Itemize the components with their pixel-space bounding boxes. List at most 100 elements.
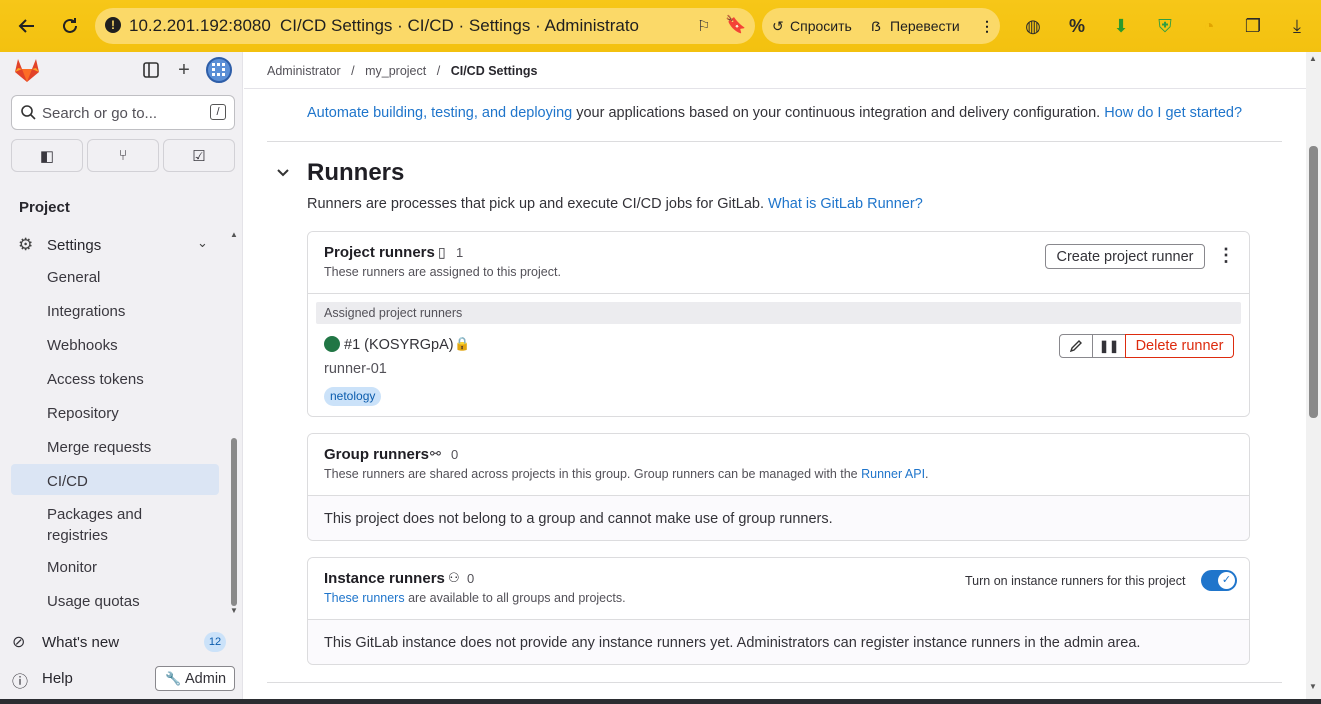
sidebar-toggle-icon[interactable] [138, 57, 164, 83]
group-runners-title: Group runners [324, 446, 430, 463]
create-new-icon[interactable]: + [171, 57, 197, 83]
runners-title: Runners [307, 159, 405, 186]
group-runners-count: 0 [451, 447, 459, 462]
group-runners-desc-text: These runners are shared across projects… [324, 467, 862, 481]
merge-request-icon: ⑂ [118, 147, 128, 164]
scroll-up-icon: ▲ [230, 230, 238, 239]
ask-button[interactable]: Спросить [790, 18, 852, 34]
runner-name[interactable]: #1 (KOSYRGpA) [344, 337, 454, 353]
globe-icon[interactable]: ◍ [1020, 13, 1046, 39]
instance-runners-header: Instance runners ⚇ 0 These runners are a… [308, 558, 1249, 620]
nav-general[interactable]: General [47, 269, 100, 286]
help-link[interactable]: Help [42, 670, 73, 687]
settings-group[interactable]: ⚙ Settings ⌄ [11, 229, 219, 261]
bookmark-icon[interactable]: 🔖 [725, 15, 746, 35]
admin-label: Admin [185, 671, 227, 687]
group-runners-empty: This project does not belong to a group … [324, 511, 833, 527]
runner-api-link[interactable]: Runner API [861, 467, 925, 481]
collections-icon[interactable]: ❐ [1240, 13, 1266, 39]
these-runners-link[interactable]: These runners [324, 591, 405, 605]
pipelines-intro-link[interactable]: Automate building, testing, and deployin… [307, 105, 572, 121]
breadcrumb-sep: / [436, 64, 441, 78]
instance-runners-empty: This GitLab instance does not provide an… [324, 635, 1141, 651]
project-runners-card: Project runners ▯ 1 These runners are as… [307, 231, 1250, 417]
pipelines-intro-text: your applications based on your continuo… [572, 105, 1105, 121]
project-runners-header: Project runners ▯ 1 These runners are as… [308, 232, 1249, 294]
back-arrow-icon[interactable] [14, 13, 40, 39]
section-divider [267, 682, 1282, 683]
translate-button[interactable]: Перевести [890, 18, 960, 34]
gitlab-logo-icon[interactable] [13, 57, 41, 83]
avatar[interactable] [206, 57, 232, 83]
taskbar-strip [0, 699, 1321, 704]
more-vert-icon[interactable]: ⋮ [980, 18, 994, 35]
section-divider [267, 141, 1282, 142]
instance-runners-count: 0 [467, 571, 475, 586]
group-runners-body: This project does not belong to a group … [308, 495, 1249, 540]
get-started-link[interactable]: How do I get started? [1104, 105, 1242, 121]
header-divider [244, 88, 1306, 89]
collapse-chevron-icon[interactable] [276, 165, 290, 183]
nav-integrations[interactable]: Integrations [47, 303, 125, 320]
create-project-runner-button[interactable]: Create project runner [1045, 244, 1205, 269]
gauge-icon[interactable]: ◔ [1196, 13, 1222, 39]
sidebar-scrollbar[interactable]: ▲ ▼ [229, 230, 239, 616]
instance-runners-card: Instance runners ⚇ 0 These runners are a… [307, 557, 1250, 665]
lock-icon: 🔒 [454, 336, 471, 351]
download-green-icon[interactable]: ⬇ [1108, 13, 1134, 39]
whats-new-link[interactable]: What's new [42, 634, 119, 651]
translate-page-icon[interactable]: ⚐ [697, 17, 710, 35]
breadcrumb-admin[interactable]: Administrator [267, 64, 341, 78]
page-scrollbar[interactable]: ▲ ▼ [1306, 52, 1321, 704]
what-is-runner-link[interactable]: What is GitLab Runner? [768, 196, 923, 212]
url-text: 10.2.201.192:8080 [129, 16, 271, 35]
delete-runner-button[interactable]: Delete runner [1125, 334, 1234, 358]
users-icon: ⚇ [448, 570, 460, 585]
admin-button[interactable]: 🔧 Admin [155, 666, 235, 691]
translate-icon: ẞ [871, 18, 881, 34]
todo-icon: ☑ [192, 147, 206, 165]
nav-monitor[interactable]: Monitor [47, 559, 97, 576]
sidebar-scroll-thumb[interactable] [231, 438, 237, 606]
main-content: Administrator / my_project / CI/CD Setti… [244, 52, 1306, 704]
settings-label: Settings [47, 237, 102, 254]
instance-runners-desc: These runners are available to all group… [324, 591, 626, 605]
online-status-icon [324, 336, 340, 352]
nav-webhooks[interactable]: Webhooks [47, 337, 118, 354]
check-icon: ✓ [1218, 572, 1235, 589]
edit-runner-button[interactable] [1059, 334, 1093, 358]
scroll-down-icon: ▼ [230, 606, 238, 615]
group-runners-desc: These runners are shared across projects… [324, 467, 929, 481]
breadcrumb-current: CI/CD Settings [450, 64, 538, 78]
address-bar[interactable]: ! 10.2.201.192:8080 CI/CD Settings · CI/… [95, 8, 755, 44]
nav-repository[interactable]: Repository [47, 405, 119, 422]
breadcrumb-project[interactable]: my_project [365, 64, 426, 78]
shield-icon[interactable]: ⛨ [1152, 13, 1178, 39]
more-actions-icon[interactable]: ⋮ [1217, 245, 1235, 266]
nav-usage-quotas[interactable]: Usage quotas [47, 593, 140, 610]
section-project[interactable]: Project [19, 199, 70, 216]
scroll-up-icon: ▲ [1309, 54, 1317, 63]
downloads-icon[interactable]: ⤓ [1284, 13, 1310, 39]
pause-runner-button[interactable]: ❚❚ [1092, 334, 1126, 358]
merge-requests-button[interactable]: ⑂ [87, 139, 159, 172]
breadcrumb: Administrator / my_project / CI/CD Setti… [267, 64, 538, 78]
nav-access-tokens[interactable]: Access tokens [47, 371, 144, 388]
runner-tag: netology [324, 387, 382, 406]
runner-icon: ▯ [438, 244, 446, 260]
ask-icon: ↺ [772, 18, 784, 34]
wrench-icon: 🔧 [165, 671, 182, 686]
nav-merge-requests[interactable]: Merge requests [47, 439, 151, 456]
instance-runners-toggle[interactable]: ✓ [1201, 570, 1237, 591]
nav-packages[interactable]: Packages and registries [47, 504, 177, 546]
issues-button[interactable]: ◧ [11, 139, 83, 172]
percent-icon[interactable]: % [1064, 13, 1090, 39]
todos-button[interactable]: ☑ [163, 139, 235, 172]
assigned-runners-label: Assigned project runners [324, 306, 463, 320]
project-runners-body: Assigned project runners #1 (KOSYRGpA) 🔒… [308, 293, 1249, 416]
nav-cicd[interactable]: CI/CD [47, 473, 88, 490]
reload-icon[interactable] [57, 13, 83, 39]
page-scroll-thumb[interactable] [1309, 146, 1318, 418]
nav-cicd-active[interactable] [11, 464, 219, 495]
search-input[interactable]: Search or go to... / [11, 95, 235, 130]
